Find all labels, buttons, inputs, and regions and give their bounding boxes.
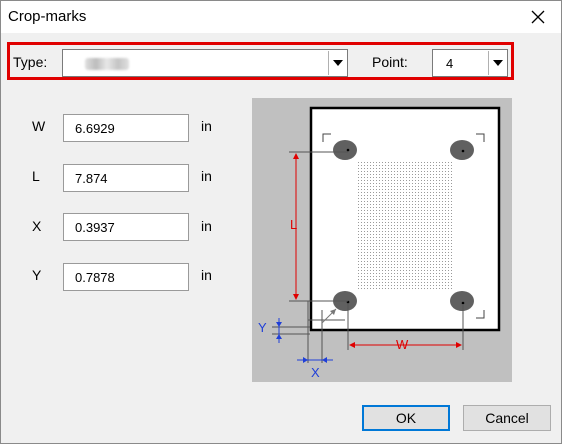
w-unit: in xyxy=(201,118,212,134)
x-dimension-label: X xyxy=(311,365,320,380)
type-dropdown-arrow[interactable] xyxy=(328,51,346,75)
point-value: 4 xyxy=(446,56,454,71)
y-unit: in xyxy=(201,267,212,283)
l-field[interactable] xyxy=(63,164,189,192)
title-bar: Crop-marks xyxy=(1,1,561,33)
chevron-down-icon xyxy=(332,60,343,66)
y-dimension-label: Y xyxy=(258,320,267,335)
w-dimension-label: W xyxy=(396,337,409,352)
w-label: W xyxy=(32,118,46,134)
y-input[interactable] xyxy=(64,264,188,290)
registration-mark-top-right xyxy=(450,140,474,160)
y-label: Y xyxy=(32,267,42,283)
dialog-title: Crop-marks xyxy=(8,8,87,25)
close-button[interactable] xyxy=(515,1,561,33)
crop-marks-dialog: Crop-marks Type: Point: 4 W in L in X xyxy=(0,0,562,444)
printable-area xyxy=(356,160,452,290)
l-unit: in xyxy=(201,168,212,184)
point-dropdown-arrow[interactable] xyxy=(488,51,506,75)
registration-mark-top-left xyxy=(333,140,357,160)
point-dropdown[interactable]: 4 xyxy=(432,49,508,77)
w-input[interactable] xyxy=(64,115,188,141)
type-label: Type: xyxy=(13,54,48,70)
cancel-button[interactable]: Cancel xyxy=(463,405,551,431)
crop-marks-preview: L W Y X xyxy=(252,98,512,382)
x-unit: in xyxy=(201,218,212,234)
w-field[interactable] xyxy=(63,114,189,142)
y-field[interactable] xyxy=(63,263,189,291)
x-input[interactable] xyxy=(64,214,188,240)
l-label: L xyxy=(32,168,40,184)
x-field[interactable] xyxy=(63,213,189,241)
point-label: Point: xyxy=(372,54,408,70)
x-label: X xyxy=(32,218,42,234)
l-input[interactable] xyxy=(64,165,188,191)
type-value-blurred xyxy=(85,58,129,70)
chevron-down-icon xyxy=(492,60,503,66)
ok-button[interactable]: OK xyxy=(362,405,450,431)
close-icon xyxy=(531,10,545,24)
registration-mark-bottom-right xyxy=(450,291,474,311)
type-dropdown[interactable] xyxy=(62,49,348,77)
l-dimension-label: L xyxy=(290,217,297,232)
